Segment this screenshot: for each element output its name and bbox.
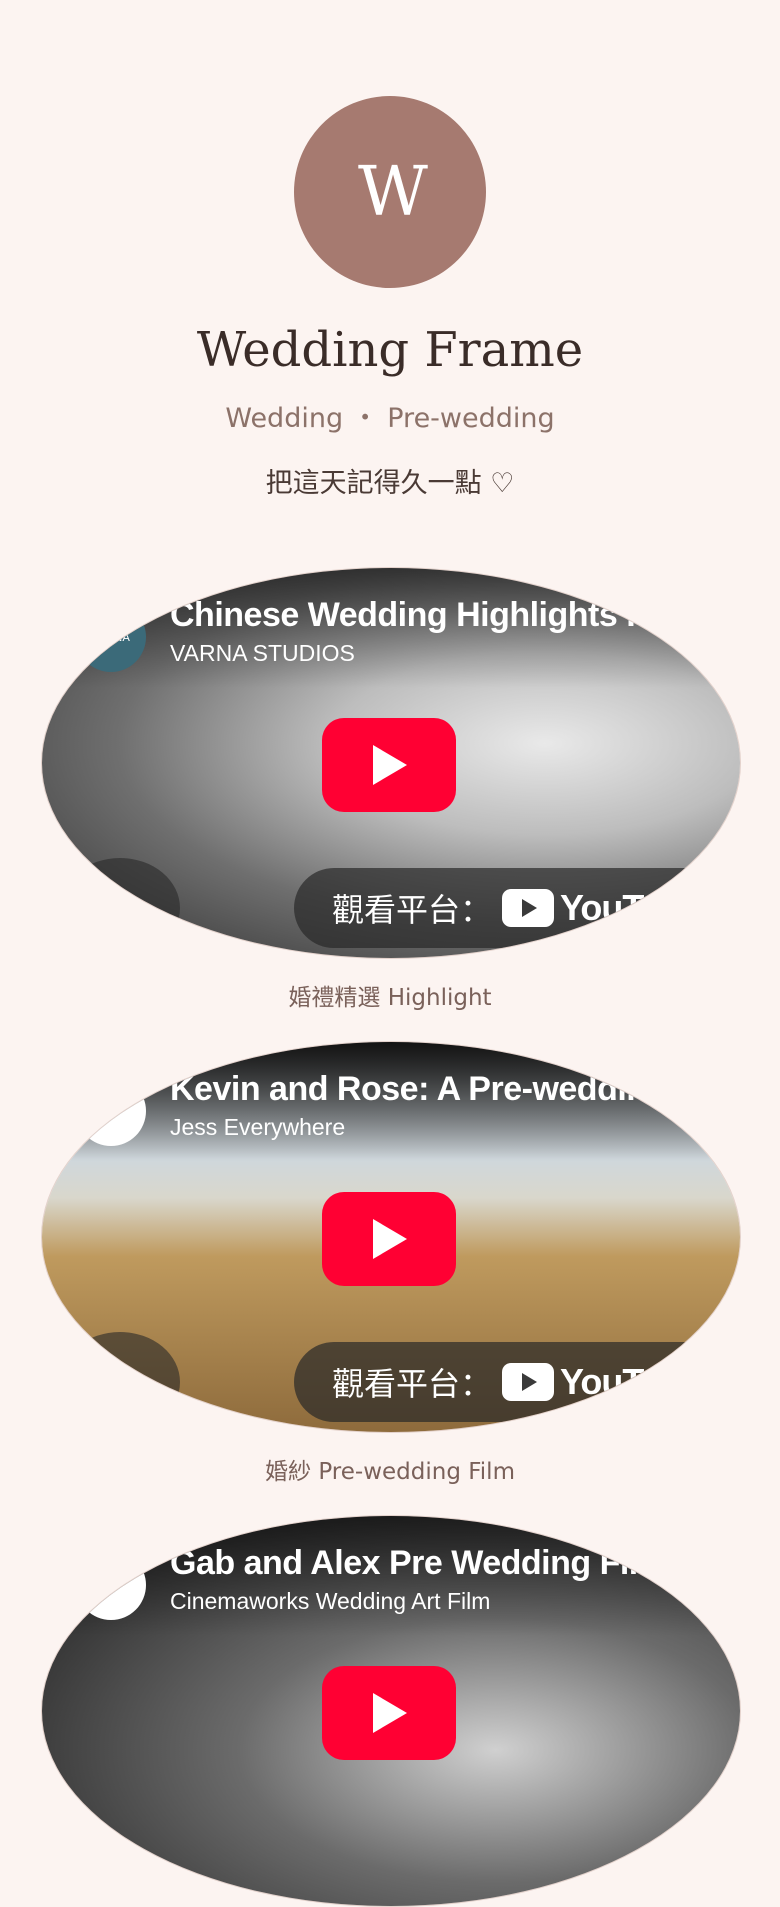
- channel-logo[interactable]: VARNA: [76, 602, 146, 672]
- page-title: Wedding Frame: [196, 322, 584, 378]
- youtube-play-icon[interactable]: [322, 1192, 456, 1286]
- avatar-letter: W: [358, 152, 428, 232]
- watch-on-youtube-button[interactable]: 觀看平台： YouTube: [294, 1342, 740, 1422]
- video-title[interactable]: Kevin and Rose: A Pre-wedding Film: [170, 1070, 740, 1109]
- watch-on-youtube-button[interactable]: 觀看平台： YouTube: [294, 868, 740, 948]
- channel-logo[interactable]: [76, 1076, 146, 1146]
- video-embed-third[interactable]: Gab and Alex Pre Wedding Film Cinemawork…: [41, 1515, 741, 1907]
- page-subtitle: Wedding ・ Pre-wedding: [225, 403, 555, 434]
- share-icon[interactable]: [60, 1332, 180, 1432]
- video-title[interactable]: Gab and Alex Pre Wedding Film: [170, 1544, 668, 1583]
- video-embed-highlight[interactable]: VARNA Chinese Wedding Highlights Film VA…: [41, 567, 741, 959]
- avatar: W: [294, 96, 486, 288]
- watch-label: 觀看平台：: [332, 891, 493, 929]
- video-channel[interactable]: Cinemaworks Wedding Art Film: [170, 1588, 490, 1615]
- tagline: 把這天記得久一點 ♡: [265, 468, 515, 499]
- youtube-logo: YouTube: [502, 1361, 703, 1403]
- watch-label: 觀看平台：: [332, 1365, 493, 1403]
- video-caption: 婚禮精選 Highlight: [288, 985, 492, 1011]
- video-caption: 婚紗 Pre-wedding Film: [265, 1459, 515, 1485]
- youtube-play-icon[interactable]: [322, 1666, 456, 1760]
- share-icon[interactable]: [60, 858, 180, 958]
- youtube-play-icon[interactable]: [322, 718, 456, 812]
- video-channel[interactable]: VARNA STUDIOS: [170, 640, 355, 667]
- video-title[interactable]: Chinese Wedding Highlights Film: [170, 596, 695, 635]
- channel-logo[interactable]: [76, 1550, 146, 1620]
- video-embed-prewedding[interactable]: Kevin and Rose: A Pre-wedding Film Jess …: [41, 1041, 741, 1433]
- youtube-logo: YouTube: [502, 887, 703, 929]
- video-channel[interactable]: Jess Everywhere: [170, 1114, 345, 1141]
